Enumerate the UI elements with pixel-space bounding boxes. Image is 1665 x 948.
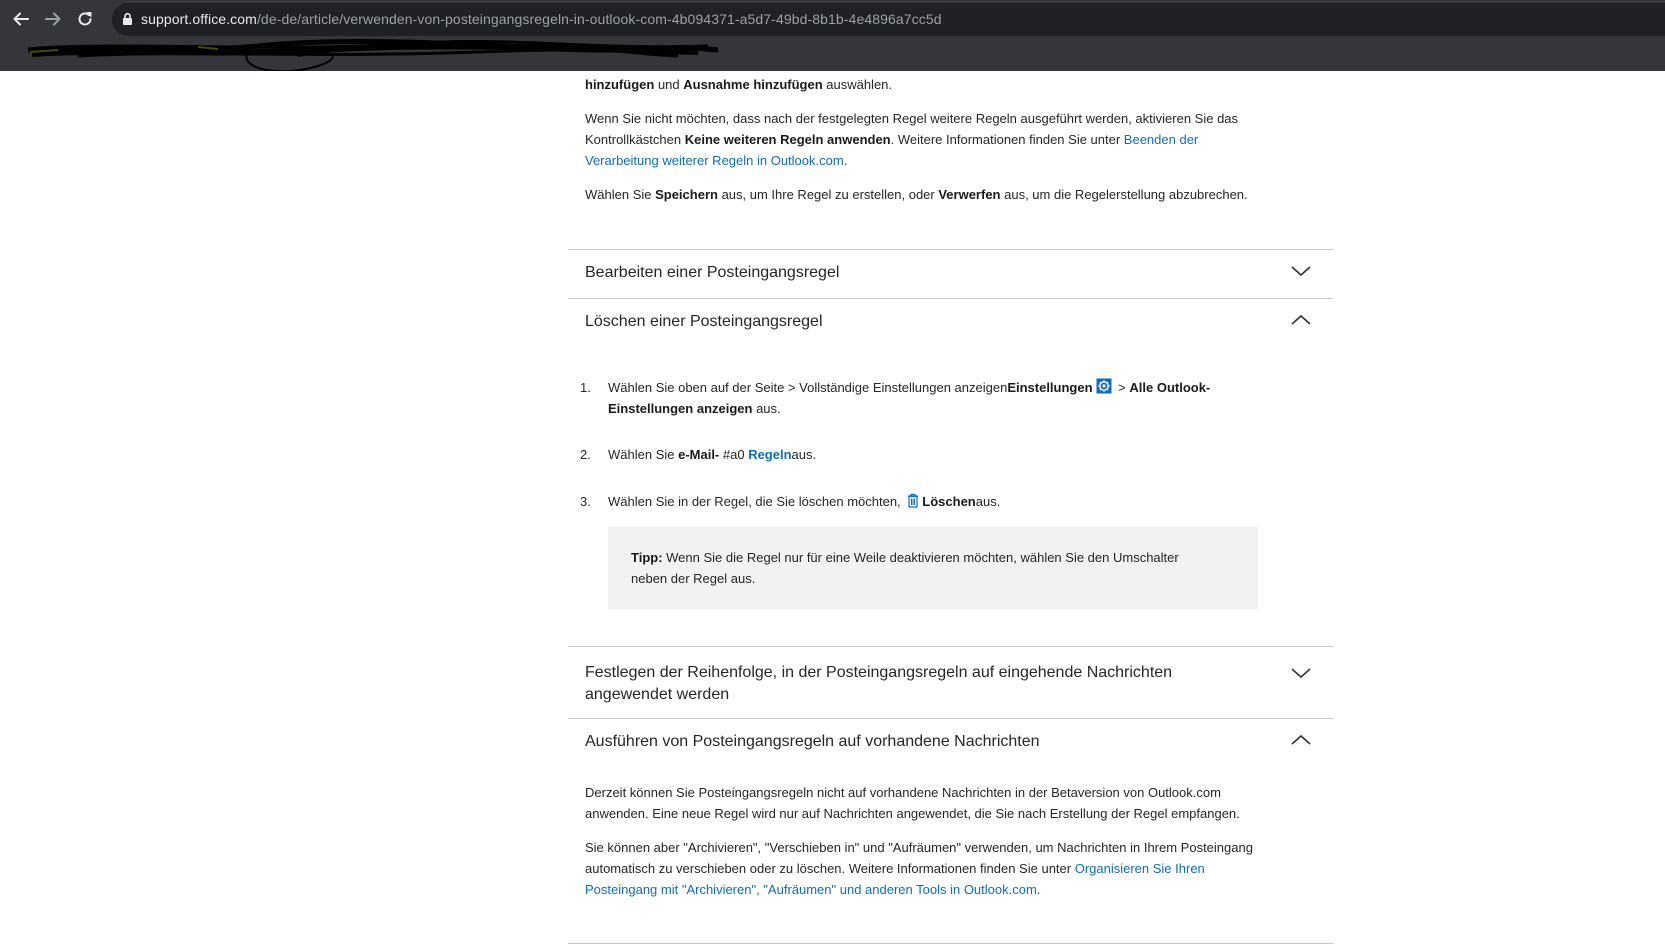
text: Wählen Sie [585,187,656,202]
arrow-right-icon [45,12,61,26]
text: > [1114,380,1130,395]
bold-text: hinzufügen [585,77,655,92]
bold-text: Keine weiteren Regeln anwenden [684,132,891,147]
text: Wählen Sie in der Regel, die Sie löschen… [608,494,905,509]
accordion-divider [568,646,1333,647]
accordion-divider [568,298,1333,299]
accordion-divider [568,718,1333,719]
bold-text: Löschen [922,494,976,509]
url-host: support.office.com [141,11,257,27]
tip-text: Tipp: Wenn Sie die Regel nur für eine We… [631,547,1191,589]
redaction-scribble [27,39,719,73]
step-number: 3. [580,494,591,509]
rules-link[interactable]: Regeln [748,447,791,462]
address-bar[interactable]: support.office.com/de-de/article/verwend… [112,3,1665,36]
accordion-title-existing: Ausführen von Posteingangsregeln auf vor… [585,733,1040,750]
bold-text: Speichern [655,187,718,202]
text: aus. [975,494,1001,509]
trash-icon [908,493,919,508]
bold-text: Einstellungen [1007,380,1093,395]
step-1: Wählen Sie oben auf der Seite > Vollstän… [608,377,1248,419]
url-text: support.office.com/de-de/article/verwend… [141,11,942,27]
text: und [654,77,684,92]
accordion-divider [568,943,1333,944]
text: aus. [791,447,817,462]
bold-text: Ausnahme hinzufügen [683,77,823,92]
intro-paragraph-2: Wählen Sie Speichern aus, um Ihre Regel … [585,184,1255,205]
text: Wählen Sie oben auf der Seite > Vollstän… [608,380,1008,395]
text: #a0 [719,447,749,462]
step-number: 1. [580,380,591,395]
forward-button[interactable] [40,6,66,32]
text: . [1036,882,1041,897]
accordion-title-delete: Löschen einer Posteingangsregel [585,313,823,330]
bookmarks-bar [0,38,1665,73]
chevron-up-icon [1291,734,1311,745]
tip-label: Tipp: [631,550,663,565]
existing-paragraph-2: Sie können aber "Archivieren", "Verschie… [585,837,1255,900]
chevron-up-icon [1291,314,1311,325]
intro-paragraph-0: hinzufügen und Ausnahme hinzufügen auswä… [585,74,1255,95]
text: aus, um Ihre Regel zu erstellen, oder [717,187,939,202]
lock-icon [123,12,132,25]
text: . [843,153,848,168]
reload-icon [78,12,92,26]
bold-text: Verwerfen [938,187,1001,202]
accordion-title-order: Festlegen der Reihenfolge, in der Postei… [585,664,1173,703]
settings-gear-icon [1096,378,1112,394]
bold-text: e-Mail- [678,447,720,462]
step-3: Wählen Sie in der Regel, die Sie löschen… [608,491,1248,512]
intro-paragraph-1: Wenn Sie nicht möchten, dass nach der fe… [585,108,1255,171]
tip-box: Tipp: Wenn Sie die Regel nur für eine We… [608,527,1258,609]
step-number: 2. [580,447,591,462]
browser-chrome: support.office.com/de-de/article/verwend… [0,0,1665,73]
browser-toolbar: support.office.com/de-de/article/verwend… [0,0,1665,38]
arrow-left-icon [13,12,29,26]
intro-section: hinzufügen und Ausnahme hinzufügen auswä… [585,74,1255,205]
step-2: Wählen Sie e-Mail- #a0 Regelnaus. [608,444,1248,465]
back-button[interactable] [8,6,34,32]
chevron-down-icon [1291,668,1311,679]
existing-paragraph-1: Derzeit können Sie Posteingangsregeln ni… [585,785,1240,821]
reload-button[interactable] [72,6,98,32]
text: auswählen. [822,77,893,92]
chevron-down-icon [1291,266,1311,277]
text: Wenn Sie die Regel nur für eine Weile de… [631,550,1179,586]
url-path: /de-de/article/verwenden-von-posteingang… [256,11,942,27]
text: Wählen Sie [608,447,679,462]
text: aus. [752,401,781,416]
existing-section: Derzeit können Sie Posteingangsregeln ni… [585,782,1255,900]
text: . Weitere Informationen finden Sie unter [890,132,1124,147]
article-content: hinzufügen und Ausnahme hinzufügen auswä… [0,71,1665,948]
accordion-title-edit: Bearbeiten einer Posteingangsregel [585,264,840,281]
text: aus, um die Regelerstellung abzubrechen. [1000,187,1248,202]
accordion-divider [568,249,1333,250]
